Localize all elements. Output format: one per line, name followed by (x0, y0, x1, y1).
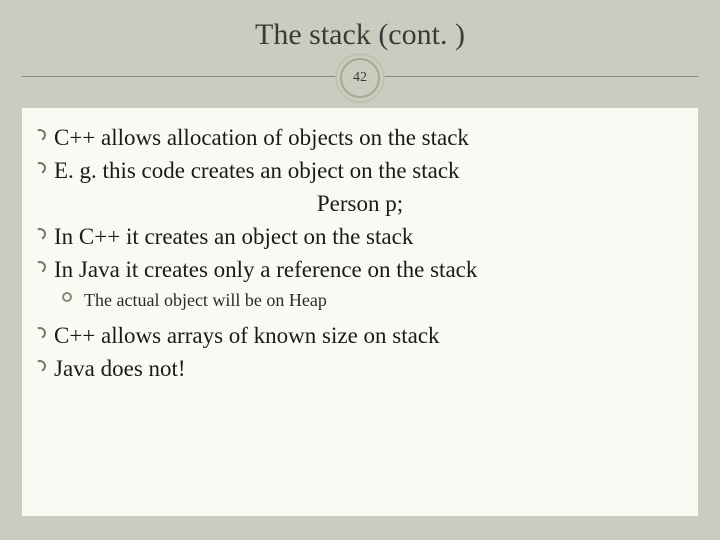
bullet-item: E. g. this code creates an object on the… (32, 155, 688, 186)
bullet-text: Java does not! (54, 353, 186, 384)
bullet-text: E. g. this code creates an object on the… (54, 155, 460, 186)
bullet-item: In Java it creates only a reference on t… (32, 254, 688, 285)
page-number-badge: 42 (340, 58, 380, 98)
swirl-bullet-icon (32, 221, 52, 247)
bullet-text: In Java it creates only a reference on t… (54, 254, 477, 285)
swirl-bullet-icon (32, 122, 52, 148)
circle-bullet-icon (62, 287, 78, 309)
bullet-text: In C++ it creates an object on the stack (54, 221, 413, 252)
title-divider: 42 (0, 58, 720, 98)
swirl-bullet-icon (32, 353, 52, 379)
code-line: Person p; (32, 188, 688, 219)
slide-title: The stack (cont. ) (0, 0, 720, 52)
slide: The stack (cont. ) 42 C++ allows allocat… (0, 0, 720, 540)
bullet-item: C++ allows arrays of known size on stack (32, 320, 688, 351)
sub-bullet-item: The actual object will be on Heap (32, 287, 688, 314)
swirl-bullet-icon (32, 254, 52, 280)
bullet-item: In C++ it creates an object on the stack (32, 221, 688, 252)
bullet-text: C++ allows allocation of objects on the … (54, 122, 469, 153)
swirl-bullet-icon (32, 320, 52, 346)
bullet-text: C++ allows arrays of known size on stack (54, 320, 440, 351)
swirl-bullet-icon (32, 155, 52, 181)
sub-bullet-text: The actual object will be on Heap (84, 287, 327, 314)
bullet-item: Java does not! (32, 353, 688, 384)
content-panel: C++ allows allocation of objects on the … (22, 108, 698, 516)
bullet-item: C++ allows allocation of objects on the … (32, 122, 688, 153)
